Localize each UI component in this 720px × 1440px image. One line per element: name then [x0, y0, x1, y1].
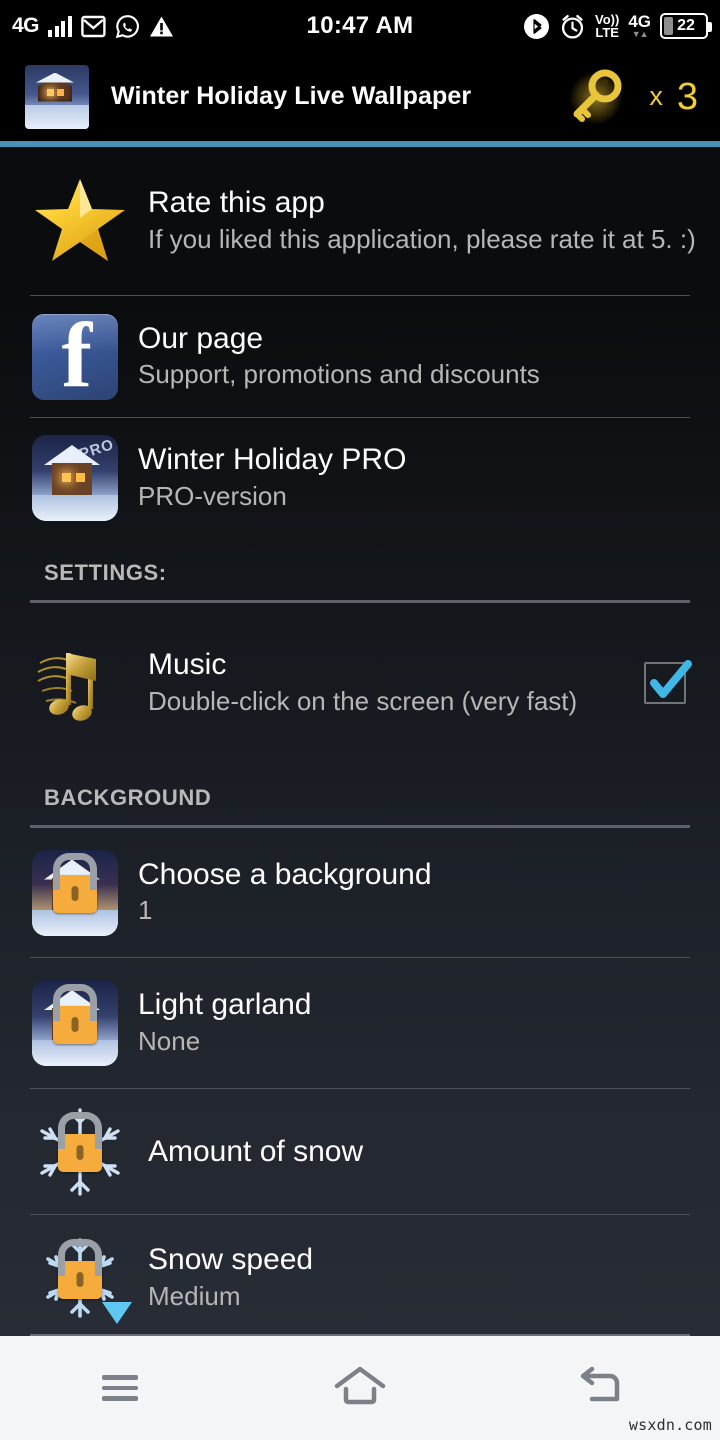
phone-screen: 4G 10:47 AM Vo)) LTE 4G ▼▲ 22 Winter Hol…: [0, 0, 720, 1440]
facebook-icon: [32, 313, 118, 400]
watermark: wsxdn.com: [628, 1416, 712, 1434]
list-item-texts: Music Double-click on the screen (very f…: [148, 648, 630, 717]
list-item-subtitle: None: [138, 1025, 201, 1056]
list-item-rate-this-app[interactable]: Rate this app If you liked this applicat…: [0, 147, 720, 295]
nav-home-button[interactable]: [300, 1336, 420, 1440]
menu-hamburger-icon[interactable]: [102, 1369, 138, 1407]
list-item-subtitle: PRO-version: [138, 480, 287, 511]
status-bar-right: Vo)) LTE 4G ▼▲ 22: [523, 13, 712, 40]
battery-icon: 22: [660, 13, 712, 39]
lock-icon: [58, 1260, 102, 1299]
music-checkbox[interactable]: [644, 660, 692, 704]
list-item-subtitle: 1: [138, 895, 153, 926]
list-item-title: Snow speed: [148, 1243, 314, 1277]
page-title: Winter Holiday Live Wallpaper: [111, 82, 472, 110]
back-arrow-icon[interactable]: [574, 1364, 626, 1413]
lock-icon: [53, 875, 97, 914]
list-item-texts: Winter Holiday PRO PRO-version: [138, 443, 696, 512]
signal-bars-icon: [48, 15, 72, 37]
list-item-title: Music: [148, 648, 227, 682]
list-item-winter-holiday-pro[interactable]: PRO Winter Holiday PRO PRO-version: [0, 418, 720, 538]
locked-snowflake-icon: [32, 1104, 128, 1200]
data-network-icon: 4G ▼▲: [628, 13, 651, 39]
list-item-title: Amount of snow: [148, 1134, 364, 1168]
list-item-texts: Choose a background 1: [138, 858, 696, 927]
network-label: 4G: [12, 14, 40, 37]
volte-icon: Vo)) LTE: [595, 13, 619, 39]
list-item-subtitle: Double-click on the screen (very fast): [148, 685, 578, 716]
list-item-choose-a-background[interactable]: Choose a background 1: [0, 828, 720, 957]
section-header-background: BACKGROUND: [44, 785, 212, 810]
winter-holiday-pro-icon: PRO: [32, 435, 118, 521]
key-multiplier-label: x: [649, 81, 663, 111]
lock-icon: [58, 1134, 102, 1173]
list-item-title: Rate this app: [148, 186, 325, 220]
locked-snowflake-icon: [32, 1230, 132, 1326]
locked-garland-cabin-icon: [32, 980, 118, 1066]
list-item-snow-speed[interactable]: Snow speed Medium: [0, 1215, 720, 1341]
key-counter[interactable]: x 3: [561, 67, 698, 127]
battery-fill: [664, 17, 673, 35]
list-item-texts: Rate this app If you liked this applicat…: [148, 186, 696, 255]
whatsapp-icon: [115, 14, 140, 39]
section-header-settings: SETTINGS:: [44, 560, 167, 585]
list-item-texts: Light garland None: [138, 988, 696, 1057]
list-item-our-page[interactable]: Our page Support, promotions and discoun…: [0, 296, 720, 417]
list-item-texts: Snow speed Medium: [148, 1243, 696, 1312]
music-notes-icon: [32, 641, 128, 725]
list-item-subtitle: Support, promotions and discounts: [138, 359, 540, 390]
nav-menu-button[interactable]: [60, 1336, 180, 1440]
data-network-label: 4G: [628, 12, 651, 31]
data-arrows-icon: ▼▲: [631, 29, 649, 39]
list-item-texts: Our page Support, promotions and discoun…: [138, 322, 696, 391]
battery-percent-label: 22: [677, 17, 695, 34]
list-item-title: Winter Holiday PRO: [138, 443, 407, 477]
volte-bottom-label: LTE: [595, 25, 619, 40]
list-item-title: Our page: [138, 321, 264, 355]
list-item-amount-of-snow[interactable]: Amount of snow: [0, 1089, 720, 1214]
alarm-clock-icon: [559, 13, 586, 40]
list-item-music[interactable]: Music Double-click on the screen (very f…: [0, 603, 720, 763]
bluetooth-icon: [523, 13, 550, 40]
settings-list: Rate this app If you liked this applicat…: [0, 147, 720, 1341]
golden-key-icon[interactable]: [561, 67, 635, 127]
warning-triangle-icon: [149, 15, 174, 38]
list-item-title: Choose a background: [138, 857, 432, 891]
lock-icon: [53, 1005, 97, 1044]
status-bar-left: 4G: [12, 14, 174, 39]
winter-cabin-app-icon: [25, 64, 89, 129]
list-item-texts: Amount of snow: [148, 1135, 696, 1169]
system-nav-bar: wsxdn.com: [0, 1336, 720, 1440]
locked-cabin-icon: [32, 849, 118, 936]
blue-triangle-down-icon: [102, 1302, 132, 1324]
list-item-light-garland[interactable]: Light garland None: [0, 958, 720, 1088]
mail-icon: [80, 15, 106, 38]
app-header-bar: Winter Holiday Live Wallpaper x 3: [0, 52, 720, 141]
list-item-title: Light garland: [138, 988, 312, 1022]
list-item-subtitle: If you liked this application, please ra…: [148, 223, 696, 254]
gold-star-icon: [32, 173, 128, 269]
list-item-subtitle: Medium: [148, 1280, 241, 1311]
key-count-label: 3: [676, 75, 698, 118]
status-bar: 4G 10:47 AM Vo)) LTE 4G ▼▲ 22: [0, 0, 720, 52]
home-icon[interactable]: [333, 1364, 387, 1413]
